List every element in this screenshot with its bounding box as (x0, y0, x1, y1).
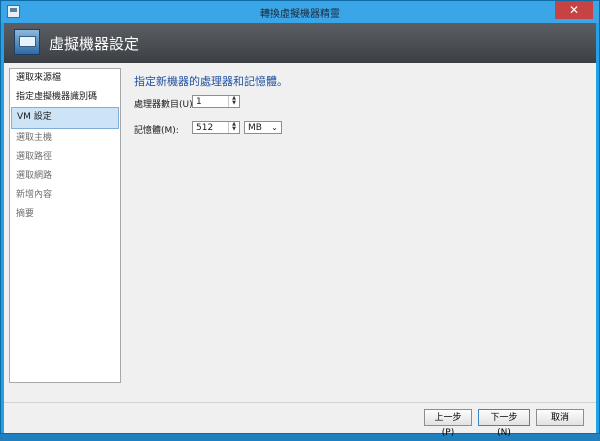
step-select-source[interactable]: 選取來源檔 (10, 69, 120, 88)
processor-count-stepper[interactable]: 1 ▲ ▼ (192, 95, 240, 108)
wizard-footer: 上一步(P) 下一步(N) 取消 (4, 402, 596, 438)
chevron-down-icon: ⌄ (271, 123, 278, 132)
page-title: 虛擬機器設定 (49, 35, 140, 53)
computer-icon (14, 29, 40, 55)
window-title: 轉換虛擬機器精靈 (260, 9, 340, 20)
spin-down-icon[interactable]: ▼ (229, 127, 239, 132)
cancel-button[interactable]: 取消 (536, 409, 584, 426)
back-button[interactable]: 上一步(P) (424, 409, 472, 438)
memory-label: 記憶體(M): (134, 126, 179, 136)
memory-unit-value: MB (248, 123, 262, 133)
memory-unit-select[interactable]: MB ⌄ (244, 121, 282, 134)
memory-size-stepper[interactable]: 512 ▲ ▼ (192, 121, 240, 134)
step-select-network: 選取網路 (16, 170, 53, 181)
step-summary: 摘要 (16, 209, 35, 220)
step-select-host: 選取主機 (16, 132, 53, 143)
wizard-header: 虛擬機器設定 (4, 23, 596, 64)
instruction-text: 指定新機器的處理器和記憶體。 (134, 75, 288, 88)
step-add-properties: 新增內容 (16, 190, 53, 201)
next-button[interactable]: 下一步(N) (478, 409, 530, 438)
step-vm-settings[interactable]: VM 設定 (11, 107, 119, 129)
title-bar[interactable]: 轉換虛擬機器精靈 ✕ (1, 1, 599, 23)
processor-count-value: 1 (196, 97, 202, 107)
step-select-path: 選取路徑 (16, 151, 53, 162)
memory-spin-buttons[interactable]: ▲ ▼ (228, 122, 239, 133)
step-list: 選取來源檔 指定虛擬機器識別碼 VM 設定 選取主機 選取路徑 選取網路 新增內… (9, 68, 121, 383)
wizard-window: 轉換虛擬機器精靈 ✕ 虛擬機器設定 選取來源檔 指定虛擬機器識別碼 VM 設定 … (0, 0, 600, 438)
memory-size-value: 512 (196, 123, 214, 133)
wizard-body: 選取來源檔 指定虛擬機器識別碼 VM 設定 選取主機 選取路徑 選取網路 新增內… (4, 63, 596, 402)
close-button[interactable]: ✕ (555, 1, 593, 19)
step-vm-identifier[interactable]: 指定虛擬機器識別碼 (10, 88, 120, 107)
spin-down-icon[interactable]: ▼ (229, 101, 239, 106)
settings-panel: 指定新機器的處理器和記憶體。 處理器數目(U): 1 ▲ ▼ 記憶體(M): 5… (134, 71, 589, 136)
processor-spin-buttons[interactable]: ▲ ▼ (228, 96, 239, 107)
processor-label: 處理器數目(U): (134, 100, 196, 110)
